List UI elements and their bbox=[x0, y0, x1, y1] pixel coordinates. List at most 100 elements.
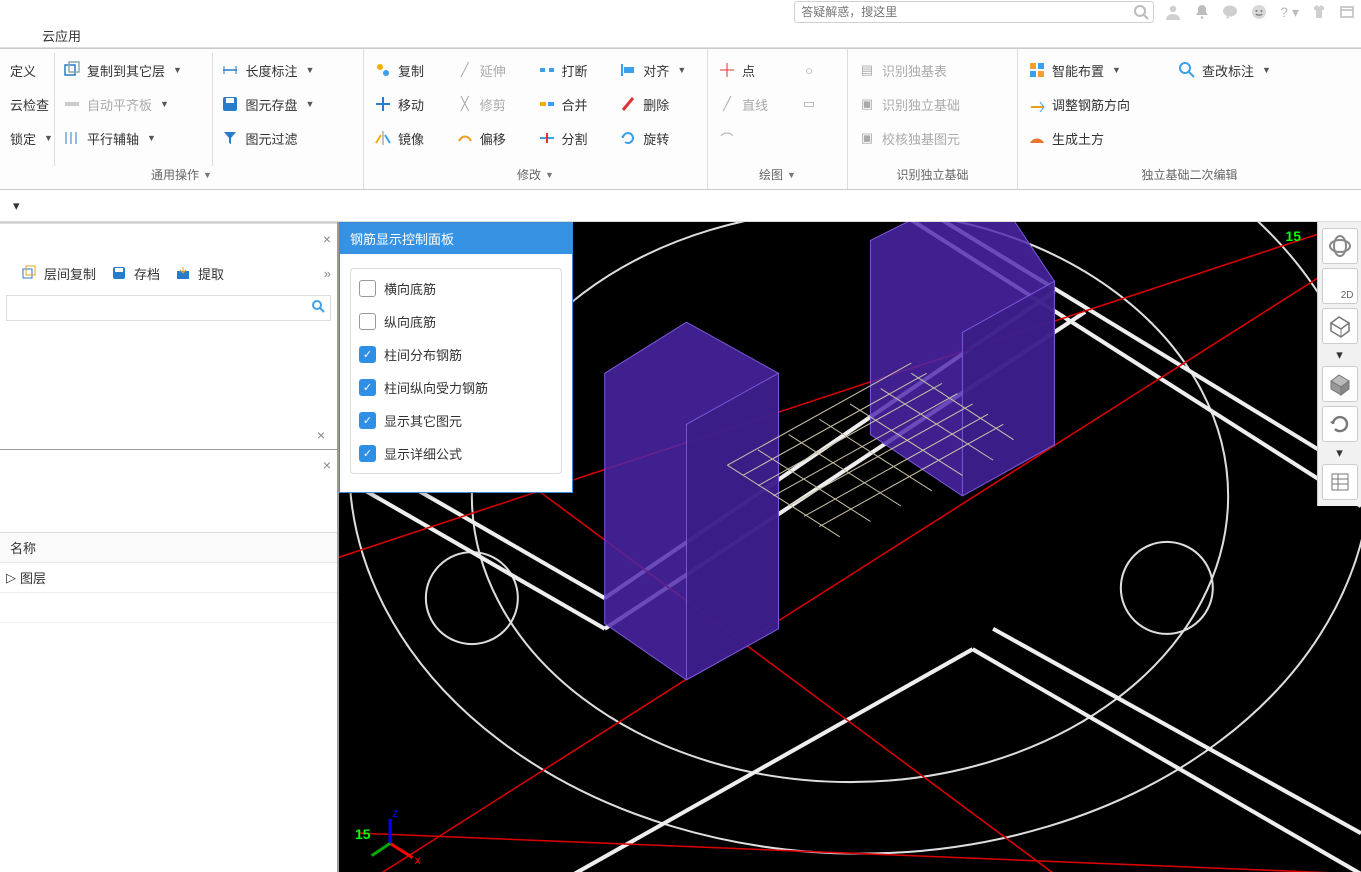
element-filter-button[interactable]: 图元过滤 bbox=[213, 121, 361, 155]
view-shaded-button[interactable] bbox=[1322, 366, 1358, 402]
cloud-check-button[interactable]: 云检查 bbox=[2, 87, 54, 121]
chevron-down-icon[interactable]: ▾ bbox=[1322, 446, 1358, 460]
double-chevron-icon[interactable]: » bbox=[324, 266, 331, 281]
split-icon bbox=[538, 129, 556, 147]
trim-icon: ╳ bbox=[456, 95, 474, 113]
verify-foundation-button: ▣校核独基图元 bbox=[850, 121, 1015, 155]
chk-column-distributed[interactable]: ✓柱间分布钢筋 bbox=[359, 345, 553, 364]
leftpane-search-input[interactable] bbox=[6, 295, 331, 321]
rotate-icon bbox=[619, 129, 637, 147]
chevron-down-icon[interactable]: ▾ bbox=[1322, 348, 1358, 362]
view-wireframe-button[interactable] bbox=[1322, 308, 1358, 344]
copy-icon bbox=[20, 264, 38, 282]
view-dock: 2D ▾ ▾ bbox=[1317, 222, 1361, 506]
length-dim-button[interactable]: 长度标注▼ bbox=[213, 53, 361, 87]
chk-vertical-bottom[interactable]: 纵向底筋 bbox=[359, 312, 553, 331]
panel-title-general: 通用操作▼ bbox=[2, 166, 361, 189]
grid-column-name: 名称 bbox=[0, 533, 337, 563]
extend-icon: ╱ bbox=[456, 61, 474, 79]
earth-icon bbox=[1028, 129, 1046, 147]
svg-text:x: x bbox=[415, 853, 421, 867]
dim-icon bbox=[221, 61, 239, 79]
panel-title-draw: 绘图▼ bbox=[710, 166, 845, 189]
trim-button: ╳修剪 bbox=[448, 87, 530, 121]
panel-title: 钢筋显示控制面板 bbox=[340, 223, 572, 254]
rotate-button[interactable]: 旋转 bbox=[611, 121, 705, 155]
tab-cloud-app[interactable]: 云应用 bbox=[34, 24, 89, 47]
check-dim-icon bbox=[1178, 61, 1196, 79]
collapse-icon[interactable]: × bbox=[317, 427, 325, 443]
panel-title-modify: 修改▼ bbox=[366, 166, 705, 189]
line-button: ╱直线 bbox=[710, 87, 792, 121]
break-icon bbox=[538, 61, 556, 79]
archive-icon bbox=[110, 264, 128, 282]
table-icon: ▤ bbox=[858, 61, 876, 79]
close-icon[interactable]: × bbox=[323, 457, 331, 473]
view-refresh-button[interactable] bbox=[1322, 406, 1358, 442]
extend-button: ╱延伸 bbox=[448, 53, 530, 87]
smart-layout-button[interactable]: 智能布置▼ bbox=[1020, 53, 1170, 87]
offset-button[interactable]: 偏移 bbox=[448, 121, 530, 155]
rect-button: ▭ bbox=[792, 87, 842, 121]
svg-text:z: z bbox=[392, 806, 398, 820]
extract-button[interactable]: 提取 bbox=[168, 258, 230, 288]
merge-button[interactable]: 合并 bbox=[530, 87, 612, 121]
rebar-display-panel[interactable]: 钢筋显示控制面板 横向底筋 纵向底筋 ✓柱间分布钢筋 ✓柱间纵向受力钢筋 ✓显示… bbox=[339, 222, 573, 493]
table-row[interactable] bbox=[0, 593, 337, 623]
point-button[interactable]: 点 bbox=[710, 53, 792, 87]
arc-button: ⌒ bbox=[710, 121, 792, 155]
help-icon[interactable]: ? ▾ bbox=[1280, 4, 1299, 21]
view-orbit-button[interactable] bbox=[1322, 228, 1358, 264]
adjust-rebar-dir-button[interactable]: 调整钢筋方向 bbox=[1020, 87, 1170, 121]
move-icon bbox=[374, 95, 392, 113]
break-button[interactable]: 打断 bbox=[530, 53, 612, 87]
mirror-button[interactable]: 镜像 bbox=[366, 121, 448, 155]
parallel-axis-button[interactable]: 平行辅轴▼ bbox=[55, 121, 212, 155]
close-icon[interactable]: × bbox=[323, 231, 331, 247]
header-icons: ? ▾ bbox=[1164, 3, 1355, 21]
chk-horizontal-bottom[interactable]: 横向底筋 bbox=[359, 279, 553, 298]
split-button[interactable]: 分割 bbox=[530, 121, 612, 155]
archive-button[interactable]: 存档 bbox=[104, 258, 166, 288]
help-search-input[interactable] bbox=[799, 4, 1133, 20]
inter-layer-copy-button[interactable]: 层间复制 bbox=[14, 258, 102, 288]
face-icon[interactable] bbox=[1250, 3, 1268, 21]
chk-show-other[interactable]: ✓显示其它图元 bbox=[359, 411, 553, 430]
table-row[interactable]: ▷图层 bbox=[0, 563, 337, 593]
view-properties-button[interactable] bbox=[1322, 464, 1358, 500]
delete-icon bbox=[619, 95, 637, 113]
recog-foundation-button: ▣识别独立基础 bbox=[850, 87, 1015, 121]
auto-level-button: 自动平齐板▼ bbox=[55, 87, 212, 121]
define-button[interactable]: 定义 bbox=[2, 53, 54, 87]
generate-earthwork-button[interactable]: 生成土方 bbox=[1020, 121, 1170, 155]
circle-button: ○ bbox=[792, 53, 842, 87]
merge-icon bbox=[538, 95, 556, 113]
move-button[interactable]: 移动 bbox=[366, 87, 448, 121]
filter-icon bbox=[221, 129, 239, 147]
view-2d-button[interactable]: 2D bbox=[1322, 268, 1358, 304]
search-icon[interactable] bbox=[311, 299, 325, 316]
copy-to-other-layer-button[interactable]: 复制到其它层▼ bbox=[55, 53, 212, 87]
check-edit-dim-button[interactable]: 查改标注▼ bbox=[1170, 53, 1279, 87]
user-icon[interactable] bbox=[1164, 3, 1182, 21]
context-dropdown[interactable]: ▾ bbox=[4, 195, 29, 217]
ribbon-tabbar: 云应用 bbox=[0, 24, 1361, 48]
mirror-icon bbox=[374, 129, 392, 147]
copy-button[interactable]: 复制 bbox=[366, 53, 448, 87]
element-save-button[interactable]: 图元存盘▼ bbox=[213, 87, 361, 121]
model-viewport[interactable]: x z 15 15 钢筋显示控制面板 横向底筋 纵向底筋 ✓柱间分布钢筋 ✓柱间… bbox=[339, 222, 1361, 872]
delete-button[interactable]: 删除 bbox=[611, 87, 705, 121]
window-icon[interactable] bbox=[1339, 4, 1355, 20]
bell-icon[interactable] bbox=[1194, 4, 1210, 20]
lock-button[interactable]: 锁定▼ bbox=[2, 121, 54, 155]
chk-column-longitudinal[interactable]: ✓柱间纵向受力钢筋 bbox=[359, 378, 553, 397]
chk-show-formula[interactable]: ✓显示详细公式 bbox=[359, 444, 553, 463]
point-icon bbox=[718, 61, 736, 79]
title-bar: ? ▾ bbox=[0, 0, 1361, 24]
align-button[interactable]: 对齐▼ bbox=[611, 53, 705, 87]
help-search[interactable] bbox=[794, 1, 1154, 23]
skin-icon[interactable] bbox=[1311, 4, 1327, 20]
copy-layer-icon bbox=[63, 61, 81, 79]
chat-icon[interactable] bbox=[1222, 4, 1238, 20]
search-icon[interactable] bbox=[1133, 4, 1149, 20]
